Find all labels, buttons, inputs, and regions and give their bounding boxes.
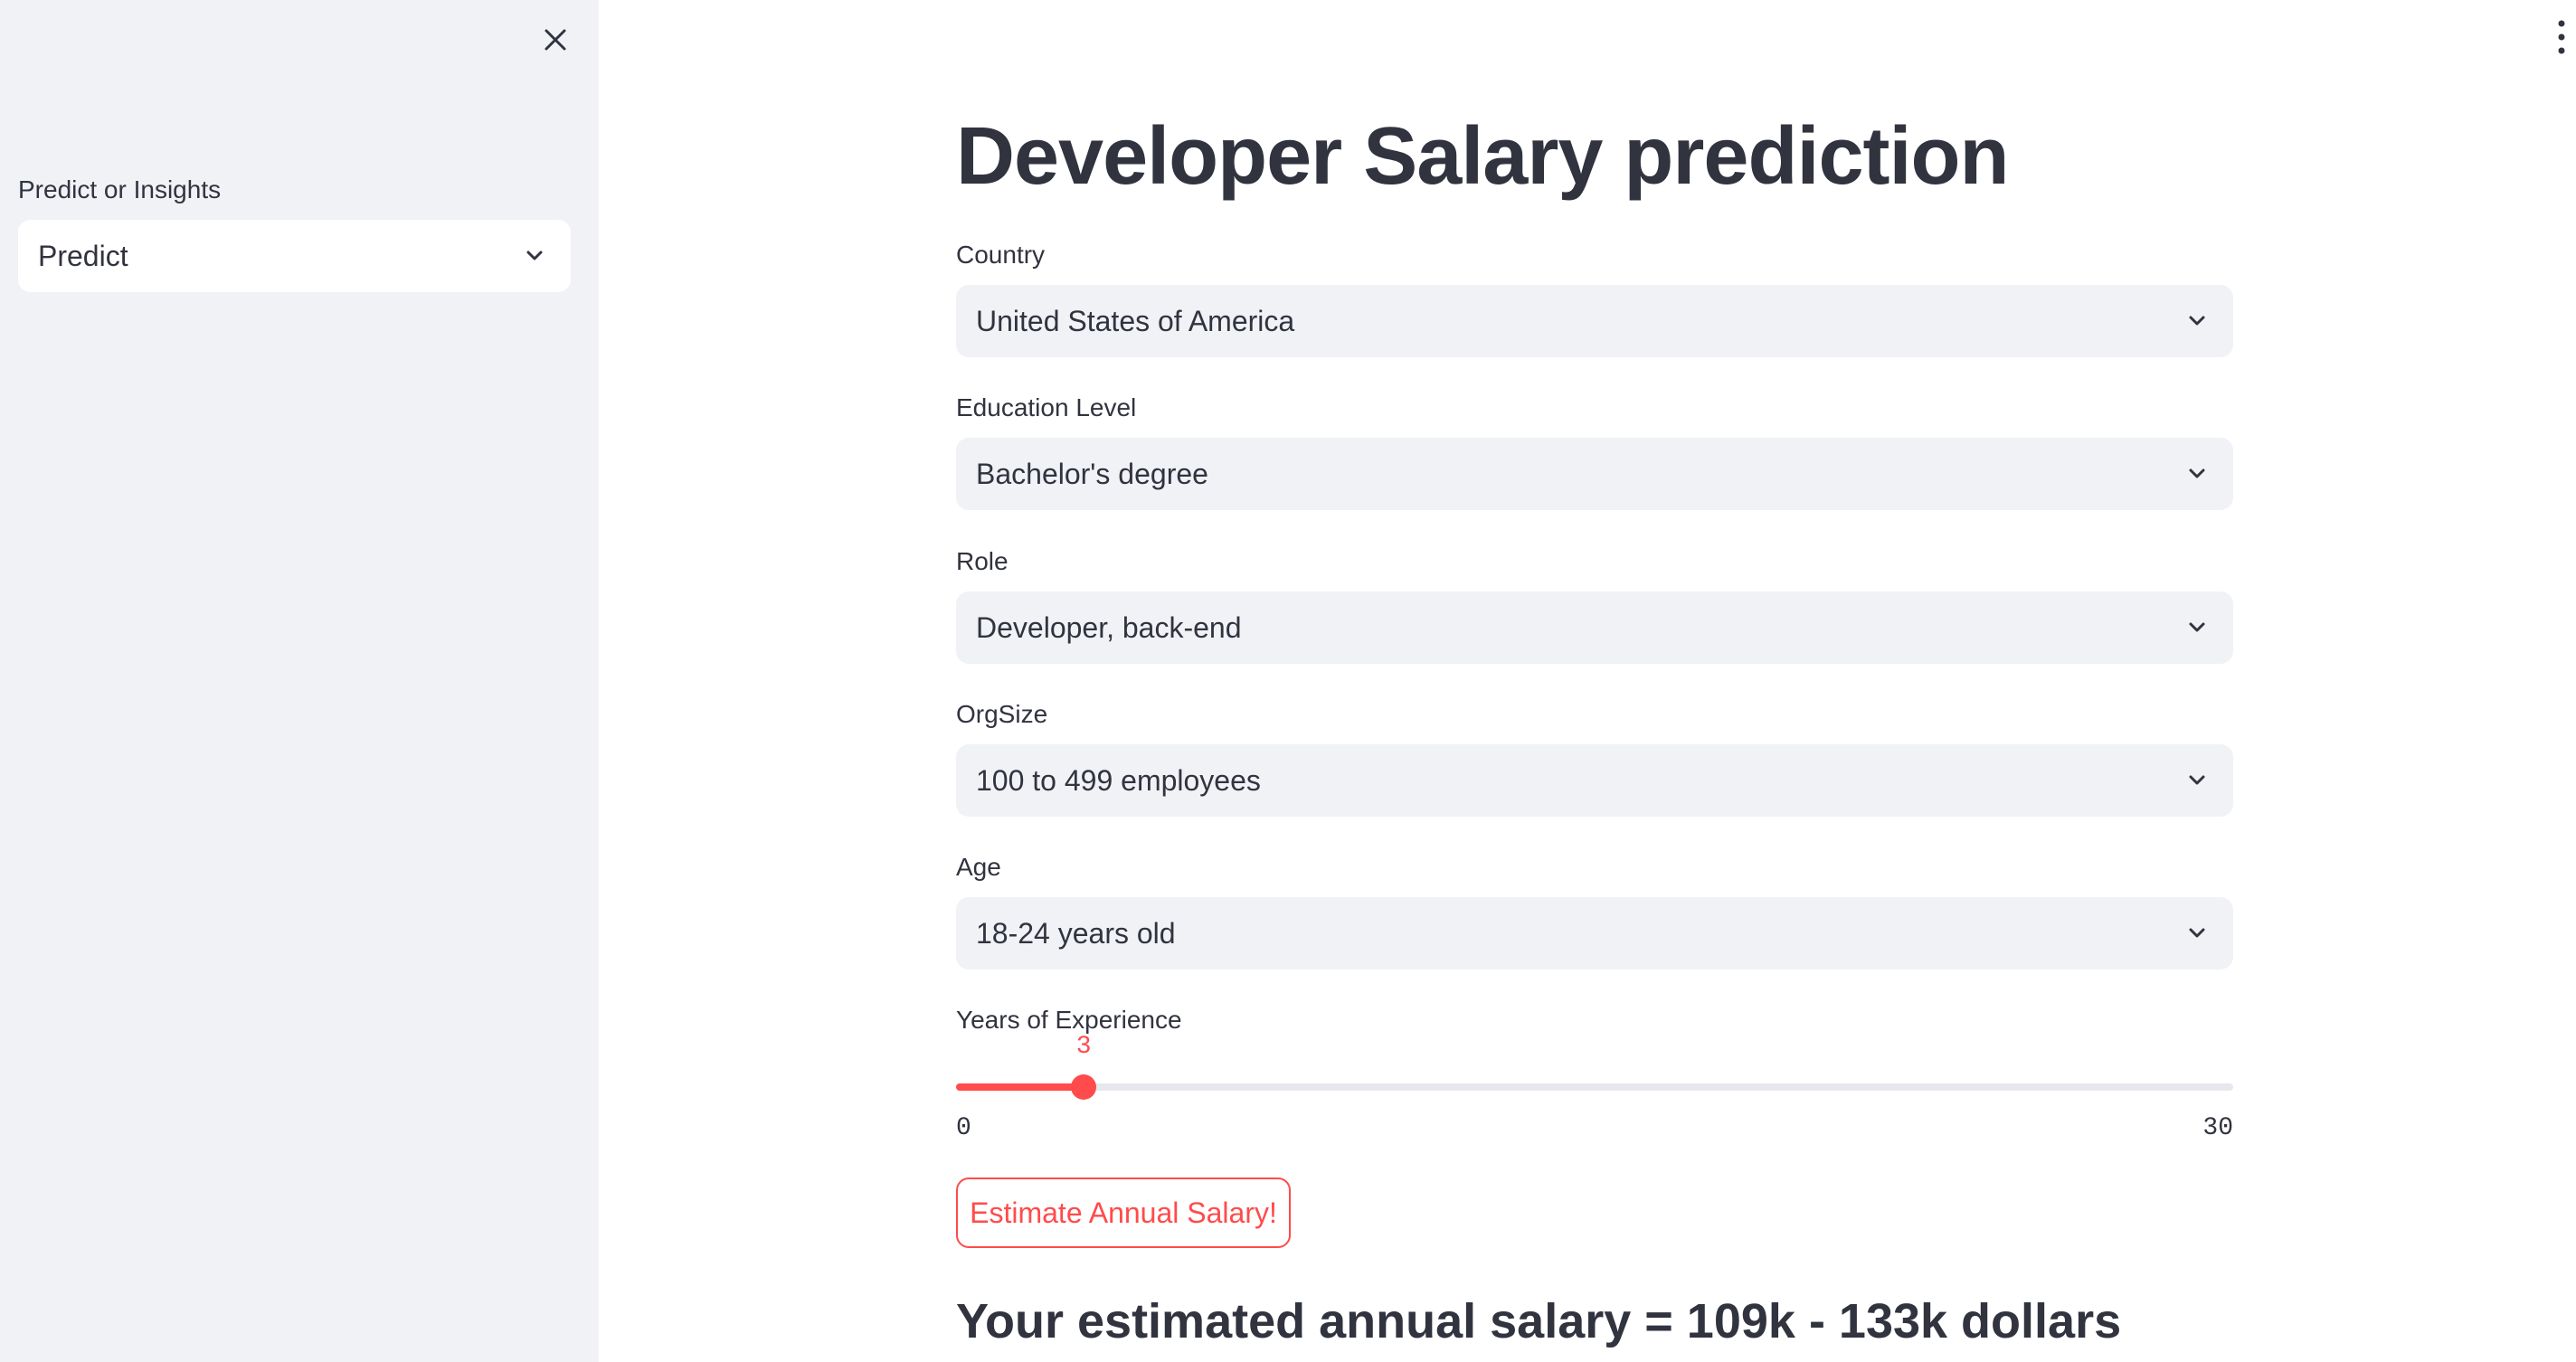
role-label: Role xyxy=(956,547,1009,575)
estimated-salary-result: Your estimated annual salary = 109k - 13… xyxy=(956,1294,2122,1348)
years-of-experience-label: Years of Experience xyxy=(956,1006,1182,1034)
slider-current-value: 3 xyxy=(1075,1033,1092,1061)
role-select[interactable]: Developer, back-end xyxy=(956,591,2233,664)
sidebar: Predict or Insights Predict xyxy=(0,0,599,1362)
slider-min-label: 0 xyxy=(956,1114,971,1142)
sidebar-select-label: Predict or Insights xyxy=(18,175,222,203)
age-select[interactable]: 18-24 years old xyxy=(956,897,2233,969)
slider-thumb[interactable] xyxy=(1071,1074,1097,1100)
country-label: Country xyxy=(956,241,1046,269)
country-select[interactable]: United States of America xyxy=(956,285,2233,357)
slider-fill xyxy=(956,1083,1084,1091)
chevron-down-icon xyxy=(2189,775,2205,785)
orgsize-value: 100 to 499 employees xyxy=(976,763,1261,797)
slider-max-label: 30 xyxy=(2202,1114,2233,1142)
chevron-down-icon xyxy=(526,251,543,260)
age-value: 18-24 years old xyxy=(976,916,1176,950)
close-icon[interactable] xyxy=(537,22,573,58)
education-level-label: Education Level xyxy=(956,393,1137,421)
chevron-down-icon xyxy=(2189,316,2205,326)
chevron-down-icon xyxy=(2189,468,2205,478)
country-value: United States of America xyxy=(976,304,1295,337)
orgsize-select[interactable]: 100 to 499 employees xyxy=(956,744,2233,817)
orgsize-label: OrgSize xyxy=(956,700,1048,728)
predict-or-insights-select[interactable]: Predict xyxy=(18,220,571,292)
education-level-value: Bachelor's degree xyxy=(976,457,1208,490)
age-label: Age xyxy=(956,853,1001,881)
predict-or-insights-value: Predict xyxy=(38,239,128,272)
education-level-select[interactable]: Bachelor's degree xyxy=(956,438,2233,510)
role-value: Developer, back-end xyxy=(976,610,1242,644)
estimate-annual-salary-button[interactable]: Estimate Annual Salary! xyxy=(956,1178,1291,1248)
chevron-down-icon xyxy=(2189,928,2205,938)
page-title: Developer Salary prediction xyxy=(956,111,2009,202)
years-of-experience-slider[interactable]: 3 xyxy=(956,1033,2233,1100)
more-vertical-icon[interactable] xyxy=(2552,18,2571,56)
chevron-down-icon xyxy=(2189,622,2205,632)
